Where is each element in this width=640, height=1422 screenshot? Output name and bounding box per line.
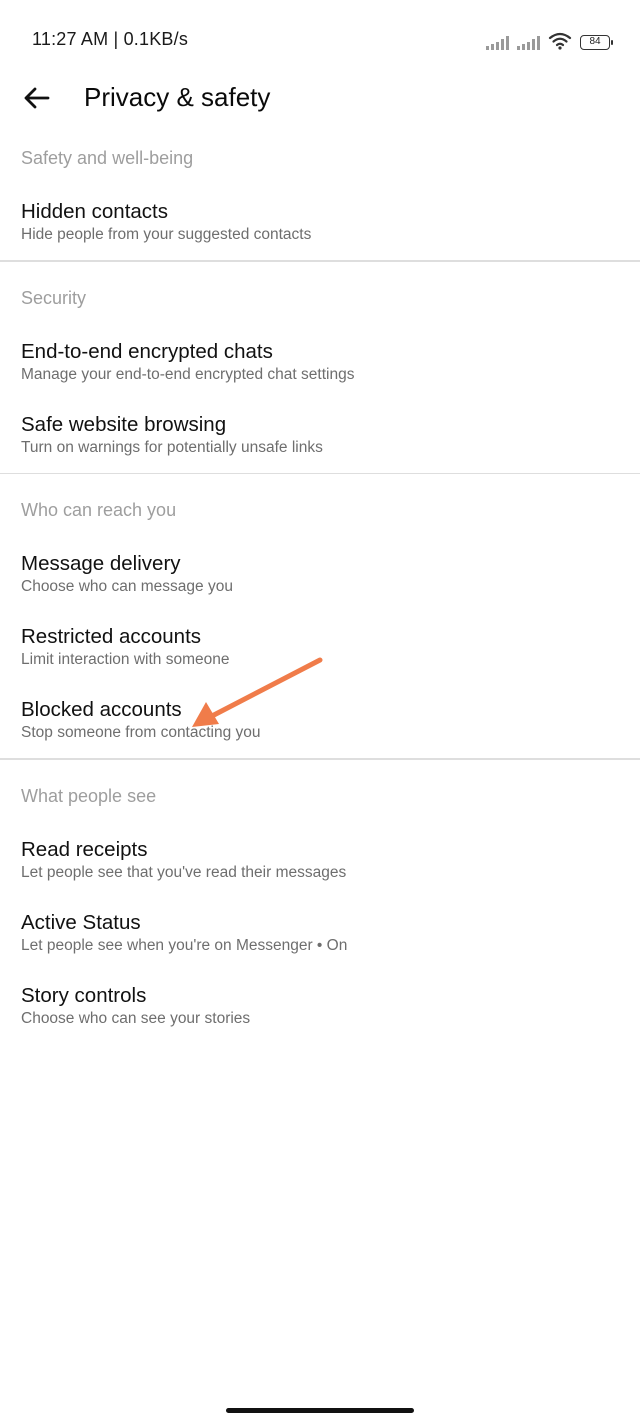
item-title: Hidden contacts	[21, 200, 169, 223]
status-time: 11:27 AM | 0.1KB/s	[32, 29, 189, 49]
item-subtitle: Let people see when you're on Messenger …	[21, 936, 348, 954]
item-subtitle: Hide people from your suggested contacts	[21, 226, 312, 243]
item-title: Blocked accounts	[21, 698, 182, 721]
item-subtitle: Limit interaction with someone	[21, 651, 230, 668]
item-subtitle: Manage your end-to-end encrypted chat se…	[21, 365, 355, 383]
item-subtitle: Choose who can see your stories	[21, 1009, 251, 1027]
back-button[interactable]	[18, 82, 54, 114]
section-title: What people see	[21, 785, 157, 806]
signal-icon-2	[517, 34, 540, 50]
section-title: Safety and well-being	[21, 148, 194, 168]
read-receipts-item[interactable]: Read receipts Let people see that you've…	[0, 837, 640, 910]
section-security: Security End-to-end encrypted chats Mana…	[0, 286, 640, 485]
item-title: Message delivery	[21, 552, 181, 575]
message-delivery-item[interactable]: Message delivery Choose who can message …	[0, 551, 640, 624]
section-who-can-reach: Who can reach you Message delivery Choos…	[0, 498, 640, 770]
item-subtitle: Let people see that you've read their me…	[21, 863, 347, 881]
item-title: End-to-end encrypted chats	[21, 339, 273, 363]
hidden-contacts-item[interactable]: Hidden contacts Hide people from your su…	[0, 199, 640, 272]
item-subtitle: Stop someone from contacting you	[21, 724, 261, 741]
home-indicator[interactable]	[226, 1408, 414, 1413]
arrow-left-icon	[24, 87, 50, 109]
signal-icon	[486, 34, 509, 50]
story-controls-item[interactable]: Story controls Choose who can see your s…	[0, 983, 640, 1056]
item-subtitle: Turn on warnings for potentially unsafe …	[21, 438, 323, 456]
item-title: Restricted accounts	[21, 625, 202, 648]
battery-icon: 84	[580, 35, 613, 50]
section-safety: Safety and well-being Hidden contacts Hi…	[0, 146, 640, 272]
item-subtitle: Choose who can message you	[21, 578, 233, 595]
item-title: Story controls	[21, 983, 147, 1007]
status-icons: 84	[486, 30, 613, 50]
section-what-people-see: What people see Read receipts Let people…	[0, 784, 640, 1056]
status-bar: 11:27 AM | 0.1KB/s 84	[0, 0, 640, 80]
safe-browsing-item[interactable]: Safe website browsing Turn on warnings f…	[0, 412, 640, 485]
section-title: Security	[21, 287, 87, 308]
item-title: Active Status	[21, 910, 141, 934]
active-status-item[interactable]: Active Status Let people see when you're…	[0, 910, 640, 983]
header: Privacy & safety	[0, 72, 640, 124]
page-title: Privacy & safety	[84, 82, 271, 112]
blocked-accounts-item[interactable]: Blocked accounts Stop someone from conta…	[0, 697, 640, 770]
item-title: Read receipts	[21, 837, 148, 861]
settings-list: Safety and well-being Hidden contacts Hi…	[0, 146, 640, 1056]
restricted-accounts-item[interactable]: Restricted accounts Limit interaction wi…	[0, 624, 640, 697]
section-title: Who can reach you	[21, 500, 177, 520]
wifi-icon	[548, 32, 572, 50]
encrypted-chats-item[interactable]: End-to-end encrypted chats Manage your e…	[0, 339, 640, 412]
item-title: Safe website browsing	[21, 412, 227, 436]
